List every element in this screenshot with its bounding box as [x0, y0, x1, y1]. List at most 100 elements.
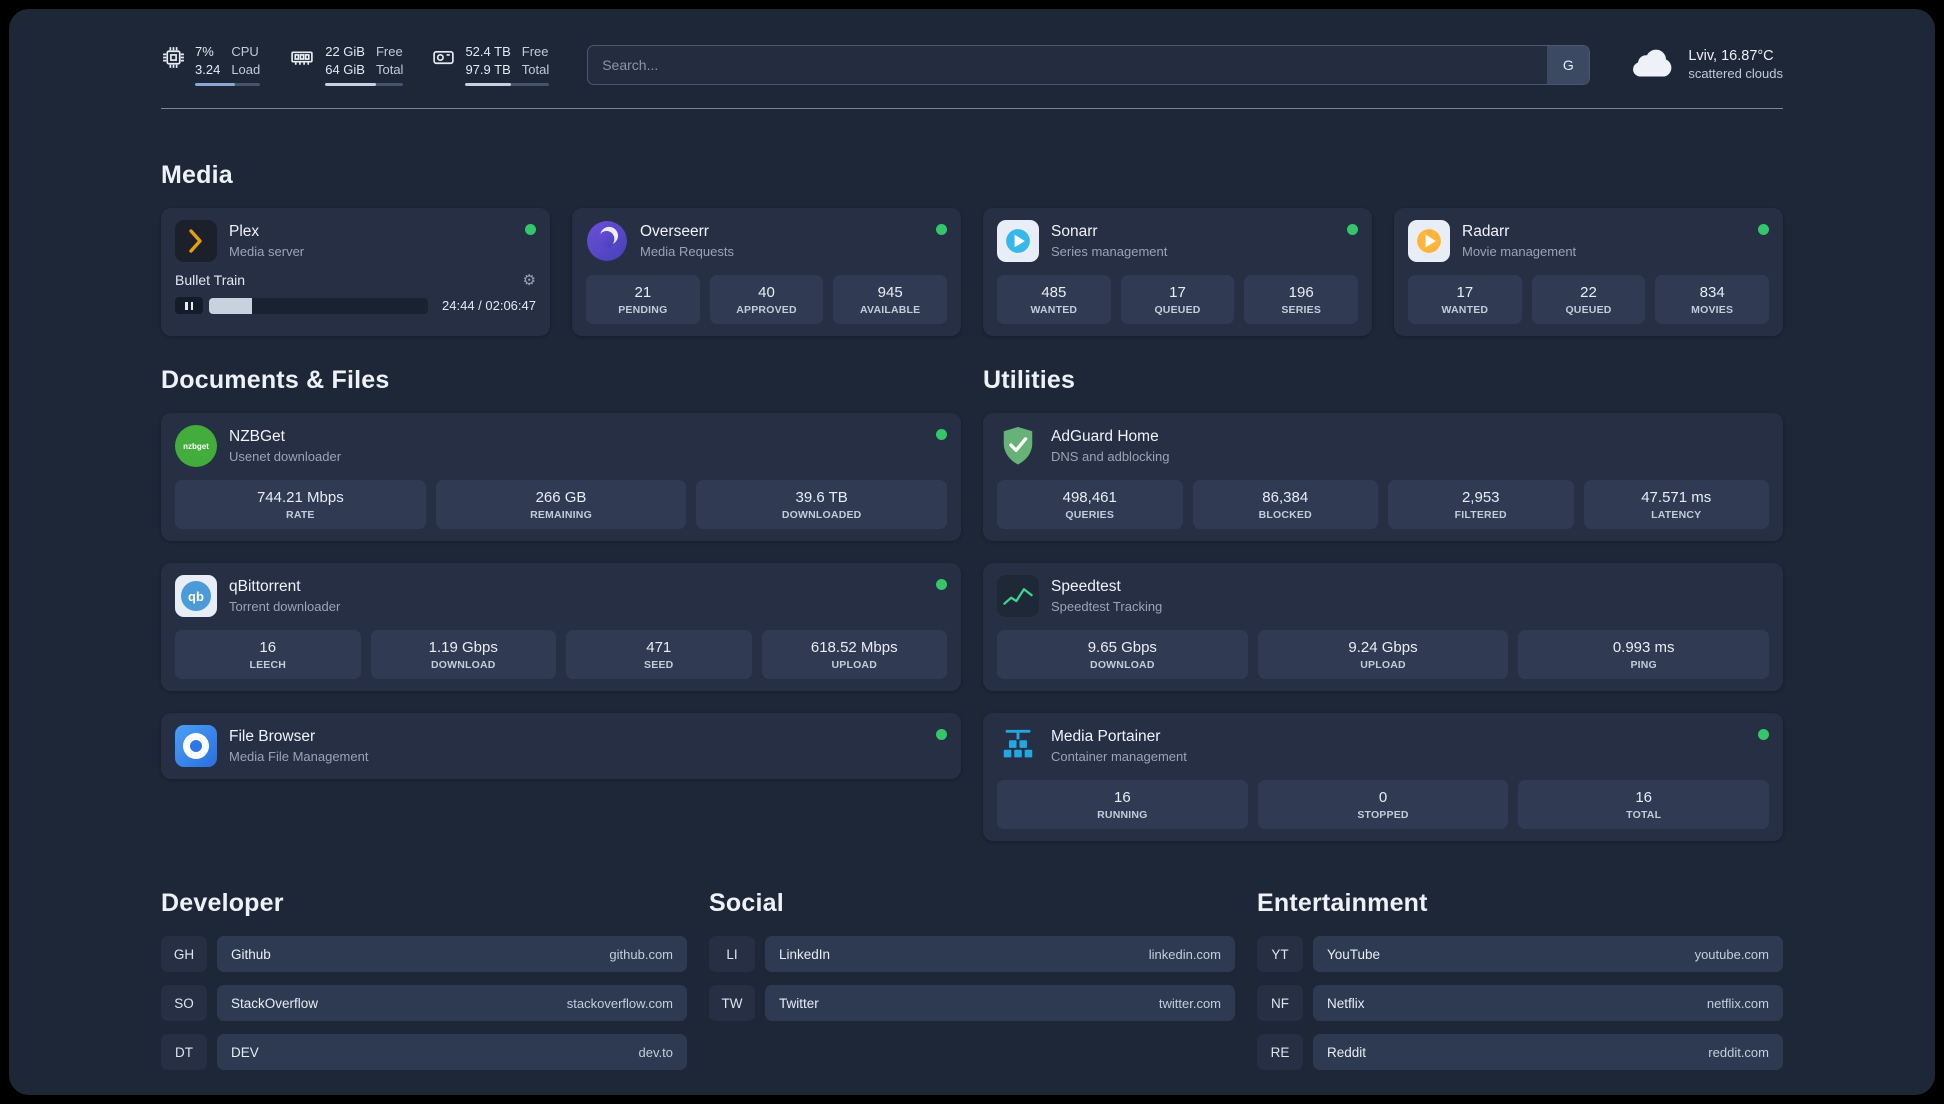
app-card-adguard[interactable]: AdGuard Home DNS and adblocking 498,461 … [983, 413, 1783, 542]
section-developer: Developer GH Github github.com SO StackO… [161, 889, 687, 1083]
search-input[interactable] [587, 44, 1591, 85]
pause-button[interactable] [175, 297, 203, 315]
app-name: Overseerr [640, 223, 709, 241]
stat-label: DOWNLOADED [781, 509, 862, 522]
stat-value: 945 [877, 284, 903, 302]
memory-free-value: 22 GiB [325, 44, 365, 59]
bookmark-netflix[interactable]: NF Netflix netflix.com [1257, 985, 1783, 1022]
stat-label: LATENCY [1651, 509, 1702, 522]
playback-progress-fill [209, 297, 252, 314]
bookmark-youtube[interactable]: YT YouTube youtube.com [1257, 936, 1783, 973]
stat-tile: 22 QUEUED [1531, 275, 1646, 325]
section-documents: Documents & Files nzbget NZBGet Usenet d… [161, 366, 961, 841]
app-subtitle: Speedtest Tracking [1051, 599, 1163, 615]
bookmark-reddit[interactable]: RE Reddit reddit.com [1257, 1034, 1783, 1071]
app-card-speedtest[interactable]: Speedtest Speedtest Tracking 9.65 Gbps D… [983, 563, 1783, 692]
section-social: Social LI LinkedIn linkedin.com TW Twitt… [709, 889, 1235, 1034]
app-card-portainer[interactable]: Media Portainer Container management 16 … [983, 713, 1783, 842]
app-card-sonarr[interactable]: Sonarr Series management 485 WANTED 17 Q… [983, 208, 1372, 337]
stat-value: 39.6 TB [795, 489, 848, 507]
app-card-overseerr[interactable]: Overseerr Media Requests 21 PENDING 40 A… [572, 208, 961, 337]
stat-value: 196 [1288, 284, 1314, 302]
bookmark-github[interactable]: GH Github github.com [161, 936, 687, 973]
portainer-icon [997, 725, 1039, 767]
status-dot [936, 429, 947, 441]
stat-label: RUNNING [1097, 809, 1148, 822]
stat-label: WANTED [1030, 304, 1078, 317]
stat-value: 86,384 [1262, 489, 1309, 507]
stat-tile: 17 QUEUED [1120, 275, 1235, 325]
stat-label: REMAINING [530, 509, 592, 522]
stat-value: 9.65 Gbps [1087, 639, 1157, 657]
status-dot [1758, 224, 1769, 236]
stat-label: UPLOAD [831, 659, 878, 672]
stat-label: APPROVED [736, 304, 797, 317]
section-utilities: Utilities AdGuard Home DNS and adblockin… [983, 366, 1783, 842]
memory-icon [288, 45, 316, 75]
section-title-documents: Documents & Files [161, 366, 390, 395]
status-dot [525, 224, 536, 236]
app-subtitle: Media Requests [640, 244, 734, 260]
app-card-qbittorrent[interactable]: qb qBittorrent Torrent downloader 16 LEE… [161, 563, 961, 692]
app-name: Plex [229, 223, 260, 241]
bookmark-stackoverflow[interactable]: SO StackOverflow stackoverflow.com [161, 985, 687, 1022]
speedtest-icon [997, 575, 1039, 618]
overseerr-icon [586, 220, 628, 262]
stat-value: 834 [1699, 284, 1725, 302]
stat-value: 16 [1113, 789, 1131, 807]
stat-label: QUEUED [1154, 304, 1201, 317]
status-dot [1347, 224, 1358, 236]
bookmark-url: linkedin.com [1148, 946, 1221, 962]
bookmark-abbr: GH [161, 936, 207, 973]
bookmark-abbr: DT [161, 1034, 207, 1071]
stat-tile: 40 APPROVED [709, 275, 824, 325]
bookmark-name: Netflix [1327, 995, 1365, 1011]
stat-label: PING [1630, 659, 1657, 672]
bookmark-dev[interactable]: DT DEV dev.to [161, 1034, 687, 1071]
stat-tile: 47.571 ms LATENCY [1583, 480, 1769, 530]
stat-tile: 9.65 Gbps DOWNLOAD [997, 630, 1248, 680]
section-title-entertainment: Entertainment [1257, 889, 1428, 918]
stat-tile: 39.6 TB DOWNLOADED [696, 480, 948, 530]
memory-widget: 22 GiB 64 GiB Free Total [288, 43, 404, 87]
stat-tile: 0 STOPPED [1257, 780, 1509, 830]
app-subtitle: DNS and adblocking [1051, 449, 1170, 465]
stat-value: 21 [634, 284, 652, 302]
app-subtitle: Movie management [1462, 244, 1577, 260]
radarr-icon [1408, 220, 1450, 263]
bookmark-name: Twitter [779, 995, 819, 1011]
stat-value: 40 [758, 284, 775, 302]
stat-tile: 485 WANTED [997, 275, 1111, 325]
stat-value: 2,953 [1461, 489, 1500, 507]
cpu-label-1: CPU [231, 44, 259, 59]
disk-icon [431, 45, 456, 75]
playback-progress-bar[interactable] [209, 297, 429, 314]
app-card-nzbget[interactable]: nzbget NZBGet Usenet downloader 744.21 M… [161, 413, 961, 542]
top-bar: 7% 3.24 CPU Load 22 GiB 64 GiB Free Tota… [161, 43, 1783, 87]
bookmark-name: LinkedIn [779, 946, 831, 962]
stat-tile: 16 TOTAL [1518, 780, 1770, 830]
stat-value: 22 [1580, 284, 1597, 302]
stat-tile: 16 LEECH [175, 630, 361, 680]
app-card-radarr[interactable]: Radarr Movie management 17 WANTED 22 QUE… [1394, 208, 1783, 337]
stat-tile: 86,384 BLOCKED [1192, 480, 1378, 530]
stat-tile: 16 RUNNING [997, 780, 1248, 830]
section-entertainment: Entertainment YT YouTube youtube.com NF … [1257, 889, 1783, 1083]
search-bar: G [587, 44, 1591, 85]
app-card-plex[interactable]: Plex Media server Bullet Train ⚙ 24:44 /… [161, 208, 550, 337]
header-divider [161, 108, 1783, 110]
app-card-filebrowser[interactable]: File Browser Media File Management [161, 713, 961, 780]
disk-widget: 52.4 TB 97.9 TB Free Total [431, 43, 550, 87]
cpu-widget: 7% 3.24 CPU Load [161, 43, 261, 87]
stat-label: BLOCKED [1258, 509, 1312, 522]
app-subtitle: Torrent downloader [229, 599, 341, 615]
app-name: NZBGet [229, 428, 285, 446]
gear-icon[interactable]: ⚙ [523, 273, 536, 288]
stat-label: AVAILABLE [860, 304, 921, 317]
app-subtitle: Media File Management [229, 749, 369, 765]
bookmark-twitter[interactable]: TW Twitter twitter.com [709, 985, 1235, 1022]
app-name: qBittorrent [229, 578, 301, 596]
bookmark-linkedin[interactable]: LI LinkedIn linkedin.com [709, 936, 1235, 973]
system-stats: 7% 3.24 CPU Load 22 GiB 64 GiB Free Tota… [161, 43, 550, 87]
search-provider-button[interactable]: G [1547, 45, 1590, 84]
